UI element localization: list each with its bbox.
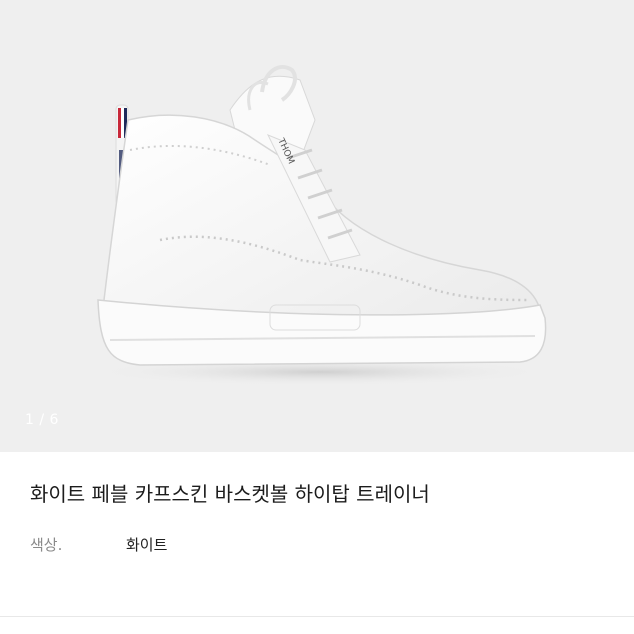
color-value: 화이트: [126, 536, 168, 554]
divider: [0, 616, 634, 617]
product-image-gallery[interactable]: THOM 1 / 6: [0, 0, 634, 452]
color-option-row: 색상. 화이트: [30, 534, 604, 555]
sneaker-image: THOM: [90, 64, 550, 386]
product-info: 화이트 페블 카프스킨 바스켓볼 하이탑 트레이너 색상. 화이트: [0, 452, 634, 555]
image-counter: 1 / 6: [25, 412, 59, 428]
product-title: 화이트 페블 카프스킨 바스켓볼 하이탑 트레이너: [30, 482, 430, 506]
color-label: 색상.: [30, 536, 63, 554]
